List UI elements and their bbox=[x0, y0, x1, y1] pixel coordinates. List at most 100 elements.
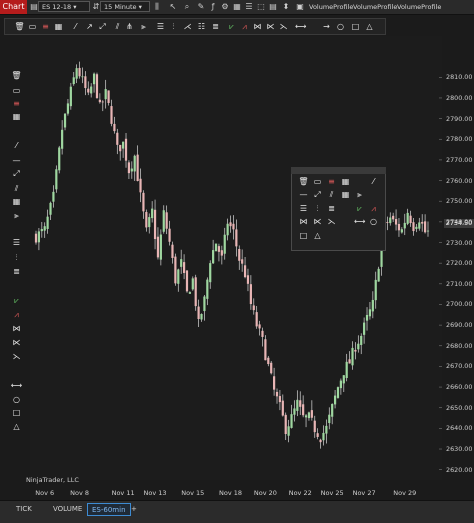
sell-marker-icon[interactable]: ⩘ bbox=[368, 203, 379, 214]
fib-icon[interactable]: ▦ bbox=[53, 21, 64, 32]
extended-line-icon[interactable]: ⤢ bbox=[97, 21, 108, 32]
properties-icon[interactable]: ☰ bbox=[244, 2, 254, 12]
risk-reward-icon[interactable]: ⋈ bbox=[252, 21, 263, 32]
region-icon[interactable]: ☷ bbox=[196, 21, 207, 32]
ray-icon[interactable]: — bbox=[10, 155, 23, 166]
line-icon[interactable]: ⁄ bbox=[70, 21, 81, 32]
fib-time-icon[interactable]: ⫶ bbox=[312, 203, 323, 214]
strategies-icon[interactable]: ⚙ bbox=[220, 2, 230, 12]
region-icon[interactable]: ⋈ bbox=[298, 216, 309, 227]
triangle-icon[interactable]: △ bbox=[10, 421, 23, 432]
extended-line-icon[interactable]: ⤢ bbox=[312, 189, 323, 200]
tab-tick[interactable]: TICK bbox=[12, 503, 36, 516]
ray-icon[interactable]: ↗ bbox=[84, 21, 95, 32]
candle-body bbox=[229, 222, 232, 227]
pitchfork-icon[interactable]: ⋔ bbox=[124, 21, 135, 32]
fib-retracement-icon[interactable]: ⫸ bbox=[354, 189, 365, 200]
horizontal-line-icon[interactable]: ≡ bbox=[40, 21, 51, 32]
candle-body bbox=[293, 408, 296, 415]
fib-time-icon[interactable]: ⫶ bbox=[10, 252, 23, 263]
triangle-icon[interactable]: △ bbox=[312, 230, 323, 241]
sell-marker-icon[interactable]: ⩘ bbox=[10, 309, 23, 320]
risk-reward-icon[interactable]: ⋉ bbox=[312, 216, 323, 227]
trash-icon[interactable]: 🗑 bbox=[10, 70, 23, 81]
fib-extension-icon[interactable]: ☰ bbox=[298, 203, 309, 214]
buy-marker-icon[interactable]: ⩗ bbox=[226, 21, 237, 32]
fib-extension-icon[interactable]: ☰ bbox=[10, 237, 23, 248]
add-tab-button[interactable]: + bbox=[127, 503, 141, 516]
channel-icon[interactable]: ⫽ bbox=[10, 183, 23, 194]
y-tick-label: 2680.00 bbox=[446, 341, 473, 350]
ruler-icon[interactable]: ▭ bbox=[27, 21, 38, 32]
fib-icon[interactable]: ▦ bbox=[10, 111, 23, 122]
horizontal-lines-icon[interactable]: ≣ bbox=[10, 266, 23, 277]
trade-icon[interactable]: ⬍ bbox=[281, 2, 291, 12]
chart-plot-area[interactable] bbox=[30, 36, 442, 480]
fib-icon[interactable]: ▦ bbox=[340, 176, 351, 187]
templates-icon[interactable]: ▦ bbox=[232, 2, 242, 12]
fib-retracement-icon[interactable]: ⫸ bbox=[138, 21, 149, 32]
candle-body bbox=[180, 259, 183, 267]
trash-icon[interactable]: 🗑 bbox=[14, 21, 25, 32]
candle-body bbox=[368, 309, 372, 317]
arrow-line-icon[interactable]: ⟷ bbox=[295, 21, 306, 32]
arrow-line-icon[interactable]: ⟷ bbox=[354, 216, 365, 227]
rectangle-icon[interactable]: □ bbox=[10, 407, 23, 418]
tab-volume[interactable]: VOLUME bbox=[49, 503, 86, 516]
risk-reward-icon[interactable]: ⋉ bbox=[10, 337, 23, 348]
price-chart[interactable] bbox=[30, 36, 442, 480]
fib-extension-icon[interactable]: ☰ bbox=[155, 21, 166, 32]
bar-type-icon[interactable]: ⫼ bbox=[152, 2, 162, 12]
time-cycles-icon[interactable]: ⋉ bbox=[265, 21, 276, 32]
ruler-icon[interactable]: ▭ bbox=[312, 176, 323, 187]
indicator-tab-2[interactable]: VolumeProfile bbox=[353, 1, 397, 13]
pitchfork-icon[interactable]: ▦ bbox=[10, 196, 23, 207]
ellipse-icon[interactable]: ○ bbox=[10, 394, 23, 405]
region-icon[interactable]: ⋈ bbox=[10, 323, 23, 334]
indicators-icon[interactable]: ƒ bbox=[208, 2, 218, 12]
fib-circle-icon[interactable]: ⋌ bbox=[182, 21, 193, 32]
arrow-icon[interactable]: → bbox=[321, 21, 332, 32]
horizontal-lines-icon[interactable]: ≣ bbox=[326, 203, 337, 214]
data-box-icon[interactable]: ▤ bbox=[268, 2, 278, 12]
candle-body bbox=[200, 314, 203, 320]
instrument-selector[interactable]: ES 12-18 ▾ bbox=[38, 1, 90, 12]
indicator-tab-3[interactable]: VolumeProfile bbox=[397, 1, 441, 13]
line-icon[interactable]: ⁄ bbox=[10, 140, 23, 151]
pitchfork-icon[interactable]: ▦ bbox=[340, 189, 351, 200]
buy-marker-icon[interactable]: ⩗ bbox=[10, 295, 23, 306]
screenshot-icon[interactable]: ⬚ bbox=[256, 2, 266, 12]
arrow-line-icon[interactable]: ⟷ bbox=[10, 380, 23, 391]
channel-icon[interactable]: ⫽ bbox=[326, 189, 337, 200]
horizontal-line-icon[interactable]: ≡ bbox=[10, 98, 23, 109]
draw-tools-icon[interactable]: ✎ bbox=[196, 2, 206, 12]
ruler-icon[interactable]: ▭ bbox=[10, 85, 23, 96]
pointer-icon[interactable]: ↖ bbox=[168, 2, 178, 12]
rectangle-icon[interactable]: □ bbox=[298, 230, 309, 241]
rectangle-icon[interactable]: □ bbox=[350, 21, 361, 32]
line-icon[interactable]: ⁄ bbox=[368, 176, 379, 187]
horizontal-line-icon[interactable]: ≡ bbox=[326, 176, 337, 187]
zoom-icon[interactable]: ⌕ bbox=[182, 2, 192, 12]
time-cycles-icon[interactable]: ⋋ bbox=[326, 216, 337, 227]
gann-fan-icon[interactable]: ⋋ bbox=[278, 21, 289, 32]
sell-marker-icon[interactable]: ⩘ bbox=[239, 21, 250, 32]
panel-drag-handle[interactable] bbox=[291, 167, 386, 174]
buy-marker-icon[interactable]: ⩗ bbox=[354, 203, 365, 214]
interval-selector[interactable]: 15 Minute ▾ bbox=[100, 1, 150, 12]
fib-time-icon[interactable]: ⫶ bbox=[168, 21, 179, 32]
candle-body bbox=[34, 233, 38, 243]
triangle-icon[interactable]: △ bbox=[364, 21, 375, 32]
indicator-tab-1[interactable]: VolumeProfile bbox=[309, 1, 353, 13]
trash-icon[interactable]: 🗑 bbox=[298, 176, 309, 187]
ellipse-icon[interactable]: ○ bbox=[368, 216, 379, 227]
horizontal-lines-icon[interactable]: ≣ bbox=[210, 21, 221, 32]
channel-icon[interactable]: ⫽ bbox=[112, 21, 123, 32]
extended-line-icon[interactable]: ⤢ bbox=[10, 168, 23, 179]
chart-trader-icon[interactable]: ▣ bbox=[295, 2, 305, 12]
ray-icon[interactable]: — bbox=[298, 189, 309, 200]
time-cycles-icon[interactable]: ⋋ bbox=[10, 351, 23, 362]
ellipse-icon[interactable]: ○ bbox=[335, 21, 346, 32]
fib-retracement-icon[interactable]: ⫸ bbox=[10, 210, 23, 221]
tab-es-60min[interactable]: ES-60min bbox=[87, 503, 131, 516]
